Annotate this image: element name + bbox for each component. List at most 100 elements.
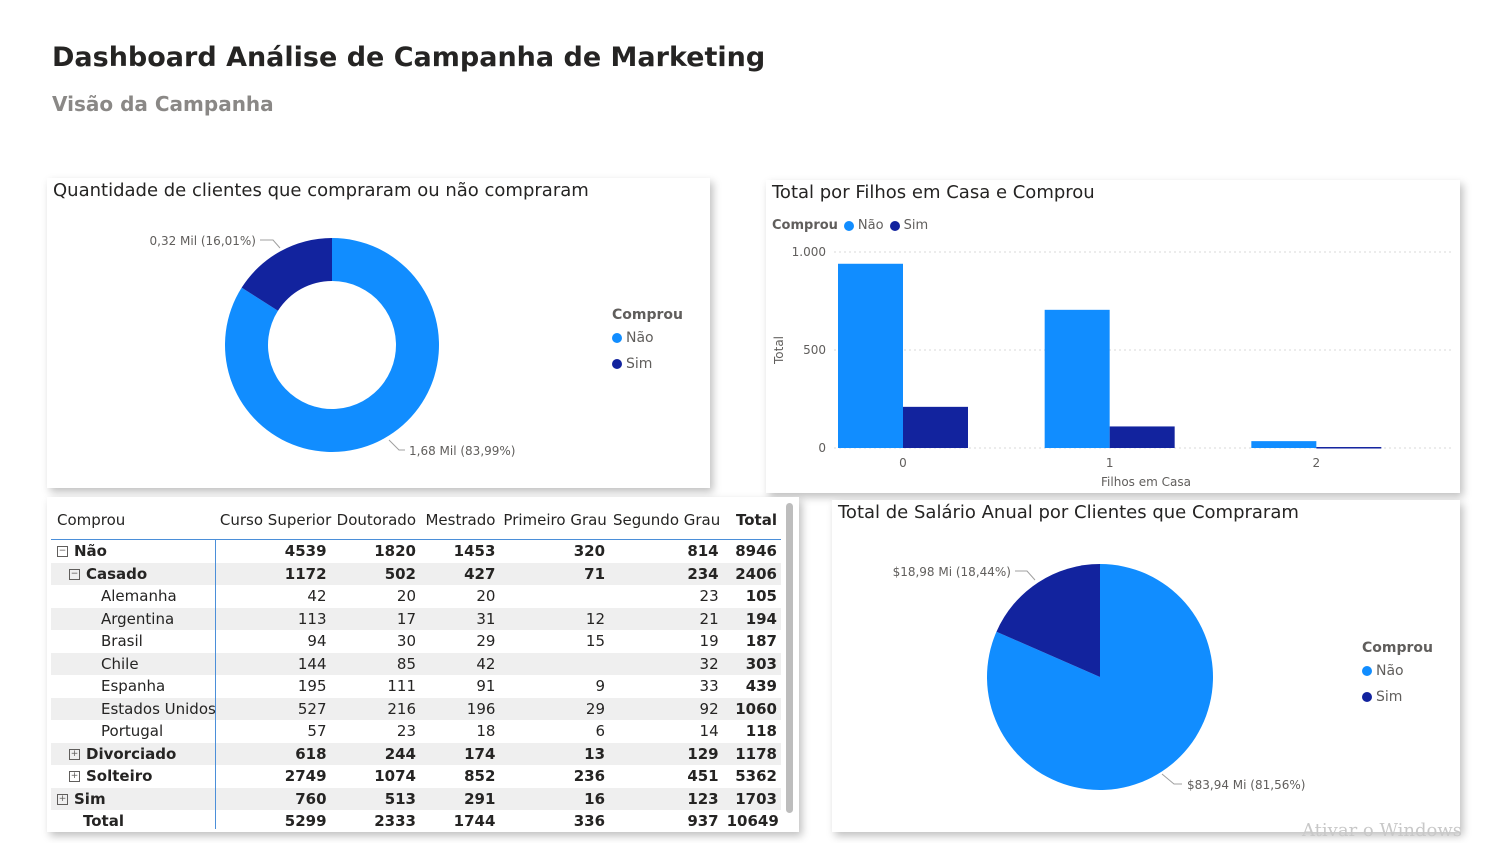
table-cell: 291 [420,787,500,810]
bar-chart-card[interactable]: Total por Filhos em Casa e Comprou Compr… [766,180,1460,493]
collapse-icon[interactable]: − [57,546,68,558]
table-row[interactable]: + Sim 760 513 291 16 123 1703 [51,787,781,810]
bar-1-sim[interactable] [1109,426,1175,448]
row-header: Espanha [51,675,217,698]
table-row[interactable]: Brasil 94 30 29 15 19 187 [51,630,781,653]
table-cell: 336 [573,812,606,829]
windows-activation-watermark: Ativar o Windows [1302,820,1462,841]
pie-label-sim: $18,98 Mi (18,44%) [893,565,1011,579]
pie-leader-sim [1015,570,1036,581]
table-cell [499,585,609,608]
table-cell: 33 [699,677,719,696]
expand-icon[interactable]: + [69,771,80,783]
bar-yaxis-label: Total [772,336,786,365]
table-cell: 94 [307,632,327,651]
bar-2-nao[interactable] [1251,441,1317,448]
donut-leader-sim [260,239,281,249]
donut-chart-card[interactable]: Quantidade de clientes que compraram ou … [47,178,710,488]
table-row[interactable]: Total 5299 2333 1744 336 937 10649 [51,810,781,829]
table-row[interactable]: Chile 144 85 42 32 303 [51,652,781,675]
table-cell: 29 [499,697,610,720]
row-header: Chile [51,652,217,675]
bar-chart: 1.000 500 0 0 1 2 Total Filhos em Casa [772,245,1454,489]
matrix-card[interactable]: Comprou Curso Superior Doutorado Mestrad… [47,497,799,832]
bar-xtick-label: 1 [1106,456,1114,470]
table-cell: 303 [722,652,781,675]
table-cell: 144 [215,652,331,675]
bar-0-nao[interactable] [838,263,903,448]
row-label: Argentina [101,609,175,628]
pie-legend-dot-nao [1362,666,1372,676]
table-cell: 10649 [726,812,779,829]
row-header: + Solteiro [51,765,217,788]
table-cell: 195 [297,677,327,696]
table-row[interactable]: Argentina 113 17 31 12 21 194 [51,607,781,630]
pie-legend-title: Comprou [1362,640,1433,656]
donut-label-sim: 0,32 Mil (16,01%) [150,234,257,248]
table-row[interactable]: − Não 4539 1820 1453 320 814 8946 [51,539,781,563]
donut-label-nao: 1,68 Mil (83,99%) [409,444,516,458]
page-subtitle: Visão da Campanha [52,92,274,116]
table-row[interactable]: Portugal 57 23 18 6 14 118 [51,720,781,743]
matrix-scrollbar[interactable] [786,503,793,813]
table-row[interactable]: Espanha 195 111 91 9 33 439 [51,675,781,698]
row-label: Chile [101,654,139,673]
table-cell: 85 [330,652,420,675]
pie-legend-item-sim[interactable]: Sim [1362,689,1433,705]
matrix-header-doutorado[interactable]: Doutorado [331,501,420,540]
table-cell: 13 [499,742,610,765]
table-cell: 2749 [284,767,327,786]
table-cell: 23 [699,587,719,606]
pie-label-nao: $83,94 Mi (81,56%) [1187,778,1305,792]
row-header: Estados Unidos [51,697,217,720]
matrix-header-primeiro-grau[interactable]: Primeiro Grau [499,501,609,540]
table-row[interactable]: − Casado 1172 502 427 71 234 2406 [51,562,781,585]
matrix-header-mestrado[interactable]: Mestrado [420,501,499,540]
table-cell: 12 [499,607,610,630]
table-cell: 502 [330,562,420,585]
table-row[interactable]: + Solteiro 2749 1074 852 236 451 5362 [51,765,781,788]
table-cell: 105 [745,587,777,606]
bar-0-sim[interactable] [903,406,968,448]
row-label: Solteiro [86,767,153,786]
bar-ytick-label: 500 [803,343,826,357]
table-cell: 92 [609,697,723,720]
matrix-header-curso-superior[interactable]: Curso Superior [216,501,331,540]
table-cell: 196 [420,697,500,720]
expand-icon[interactable]: + [57,793,68,805]
pie-legend-item-nao[interactable]: Não [1362,663,1433,679]
matrix-header-comprou[interactable]: Comprou [51,501,216,540]
table-cell: 20 [396,587,416,606]
row-label: Estados Unidos [101,699,216,718]
matrix-header-segundo-grau[interactable]: Segundo Grau [609,501,723,540]
donut-chart: 0,32 Mil (16,01%) 1,68 Mil (83,99%) [150,234,516,458]
donut-legend: Comprou Não Sim [612,307,683,372]
table-cell: 2406 [722,562,781,585]
bar-xtick-label: 2 [1313,456,1321,470]
bar-xaxis-label: Filhos em Casa [1101,475,1191,489]
table-cell: 1820 [330,539,420,563]
pie-chart-card[interactable]: Total de Salário Anual por Clientes que … [832,500,1460,832]
matrix-header-total[interactable]: Total [723,501,781,540]
table-cell: 618 [215,742,331,765]
legend-item-sim[interactable]: Sim [612,356,683,372]
matrix-header-row: Comprou Curso Superior Doutorado Mestrad… [51,501,781,540]
expand-icon[interactable]: + [69,748,80,760]
table-cell: 18 [476,722,496,741]
table-row[interactable]: + Divorciado 618 244 174 13 129 1178 [51,742,781,765]
table-cell: 1060 [722,697,781,720]
bar-2-sim[interactable] [1316,447,1382,449]
bar-1-nao[interactable] [1044,309,1110,448]
table-cell: 42 [307,587,327,606]
table-cell: 174 [420,742,500,765]
table-cell: 111 [387,677,416,696]
table-row[interactable]: Alemanha 42 20 20 23 105 [51,585,781,608]
legend-item-nao[interactable]: Não [612,330,683,346]
table-cell: 31 [420,607,500,630]
collapse-icon[interactable]: − [69,568,80,580]
page-title: Dashboard Análise de Campanha de Marketi… [52,42,766,73]
row-label: Total [83,812,124,829]
table-cell: 5362 [735,767,777,786]
pie-legend-dot-sim [1362,692,1372,702]
table-row[interactable]: Estados Unidos 527 216 196 29 92 1060 [51,697,781,720]
